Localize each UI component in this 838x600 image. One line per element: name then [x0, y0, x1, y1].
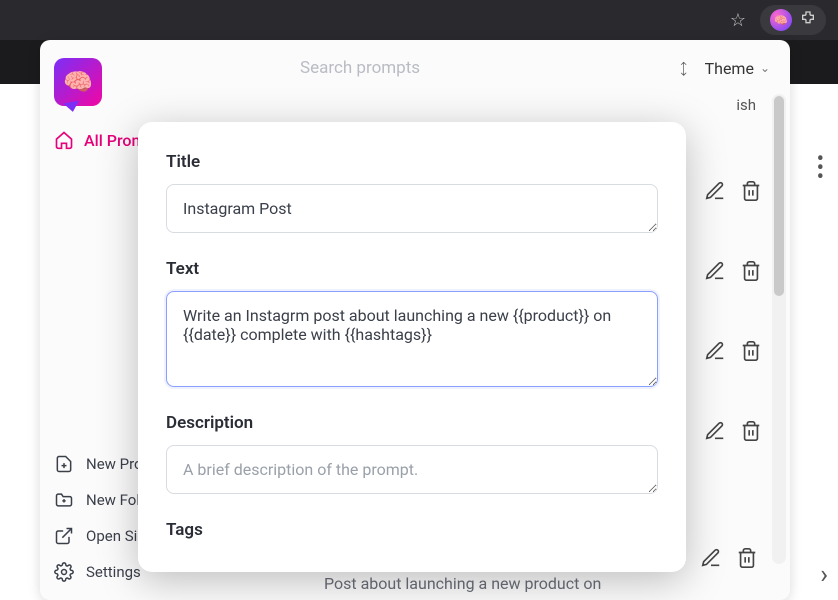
trash-icon[interactable]	[740, 420, 762, 442]
edit-prompt-modal: Title Text Description Tags	[138, 122, 686, 572]
description-input[interactable]	[166, 445, 658, 494]
edit-icon[interactable]	[704, 260, 726, 282]
home-icon	[54, 130, 74, 150]
trash-icon[interactable]	[740, 340, 762, 362]
card-description: Post about launching a new product on	[324, 574, 601, 593]
edit-icon[interactable]	[704, 340, 726, 362]
tags-label: Tags	[166, 520, 658, 540]
folder-plus-icon	[54, 490, 74, 510]
external-link-icon	[54, 526, 74, 546]
collapse-icon[interactable]: ⤡	[674, 59, 691, 76]
trash-icon[interactable]	[736, 547, 758, 569]
sidebar-item-label: Settings	[86, 563, 141, 581]
kebab-menu-icon[interactable]: •••	[817, 156, 824, 182]
extension-group: 🧠	[760, 5, 826, 35]
chevron-down-icon: ⌄	[760, 61, 770, 75]
file-plus-icon	[54, 454, 74, 474]
brain-icon: 🧠	[63, 68, 93, 96]
title-label: Title	[166, 152, 658, 172]
trash-icon[interactable]	[740, 180, 762, 202]
trash-icon[interactable]	[740, 260, 762, 282]
scrollbar[interactable]	[772, 94, 786, 564]
extensions-puzzle-icon[interactable]	[800, 10, 816, 30]
scrollbar-thumb[interactable]	[774, 96, 784, 296]
app-logo[interactable]: 🧠	[54, 58, 102, 106]
browser-toolbar: ☆ 🧠	[0, 0, 838, 40]
description-label: Description	[166, 413, 658, 433]
search-placeholder[interactable]: Search prompts	[300, 58, 420, 78]
background-page-peek: S	[0, 464, 42, 600]
extension-brain-icon[interactable]: 🧠	[770, 9, 792, 31]
theme-label: Theme	[705, 59, 754, 78]
theme-selector[interactable]: Theme ⌄	[705, 59, 770, 78]
edit-icon[interactable]	[704, 420, 726, 442]
bookmark-star-icon[interactable]: ☆	[730, 10, 746, 31]
language-hint: ish	[736, 96, 756, 114]
edit-icon[interactable]	[704, 180, 726, 202]
text-label: Text	[166, 259, 658, 279]
card-actions-stack	[704, 180, 762, 442]
text-input[interactable]	[166, 291, 658, 387]
title-input[interactable]	[166, 184, 658, 233]
gear-icon	[54, 562, 74, 582]
chevron-right-icon[interactable]: ›	[820, 560, 828, 590]
edit-icon[interactable]	[700, 547, 722, 569]
